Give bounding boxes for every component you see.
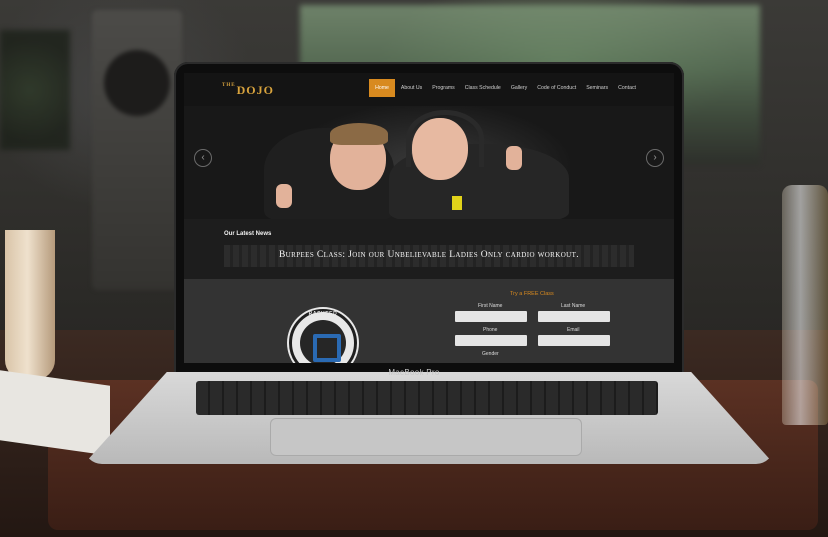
nav-item-class-schedule[interactable]: Class Schedule <box>461 82 505 97</box>
site-header: THEDOJO Home About Us Programs Class Sch… <box>184 73 674 106</box>
phone-field[interactable] <box>455 335 527 346</box>
nav-item-seminars[interactable]: Seminars <box>582 82 612 97</box>
cup <box>5 230 55 380</box>
academy-badge-logo: RASHEED <box>289 309 357 363</box>
laptop-screen: THEDOJO Home About Us Programs Class Sch… <box>184 73 674 363</box>
background-plant <box>0 30 70 150</box>
glass-bottle <box>782 185 828 425</box>
thumbs-up-right <box>506 146 522 170</box>
kid-right-headgear <box>406 110 484 167</box>
news-banner[interactable]: Burpees Class: Join our Unbelievable Lad… <box>224 245 634 267</box>
form-title: Try a FREE Class <box>510 291 554 297</box>
nav-item-code-of-conduct[interactable]: Code of Conduct <box>533 82 580 97</box>
hero-slider: ‹ › <box>184 106 674 220</box>
background-speaker <box>92 10 182 290</box>
nav-item-contact[interactable]: Contact <box>614 82 640 97</box>
email-label: Email <box>567 327 580 333</box>
last-name-label: Last Name <box>561 303 586 309</box>
email-field[interactable] <box>538 335 610 346</box>
belt-patch <box>452 196 462 210</box>
first-name-label: First Name <box>478 303 503 309</box>
nav-item-gallery[interactable]: Gallery <box>507 82 531 97</box>
news-section: Our Latest News Burpees Class: Join our … <box>184 219 674 279</box>
logo-prefix: THE <box>222 83 236 88</box>
kid-left-hair <box>330 123 388 145</box>
device-label: MacBook Pro <box>388 368 440 377</box>
news-heading: Our Latest News <box>224 231 272 237</box>
slider-prev-icon[interactable]: ‹ <box>194 149 212 167</box>
badge-r-icon <box>313 334 341 362</box>
logo-name: DOJO <box>236 83 274 97</box>
laptop-trackpad <box>270 418 582 456</box>
nav-item-programs[interactable]: Programs <box>428 82 459 97</box>
gender-label: Gender <box>482 351 499 357</box>
nav-item-home[interactable]: Home <box>369 79 395 97</box>
news-banner-text: Burpees Class: Join our Unbelievable Lad… <box>278 250 580 260</box>
nav-item-about-us[interactable]: About Us <box>397 82 426 97</box>
speaker-woofer <box>104 50 170 116</box>
main-nav: Home About Us Programs Class Schedule Ga… <box>369 79 640 97</box>
badge-ring <box>300 320 346 363</box>
first-name-field[interactable] <box>455 311 527 322</box>
signup-section: RASHEED Try a FREE Class First Name Last… <box>184 279 674 363</box>
badge-text: RASHEED <box>308 311 338 317</box>
slider-next-icon[interactable]: › <box>646 149 664 167</box>
laptop-keyboard <box>196 381 658 415</box>
thumbs-up-left <box>276 184 292 208</box>
site-logo[interactable]: THEDOJO <box>222 83 274 98</box>
last-name-field[interactable] <box>538 311 610 322</box>
phone-label: Phone <box>483 327 498 333</box>
